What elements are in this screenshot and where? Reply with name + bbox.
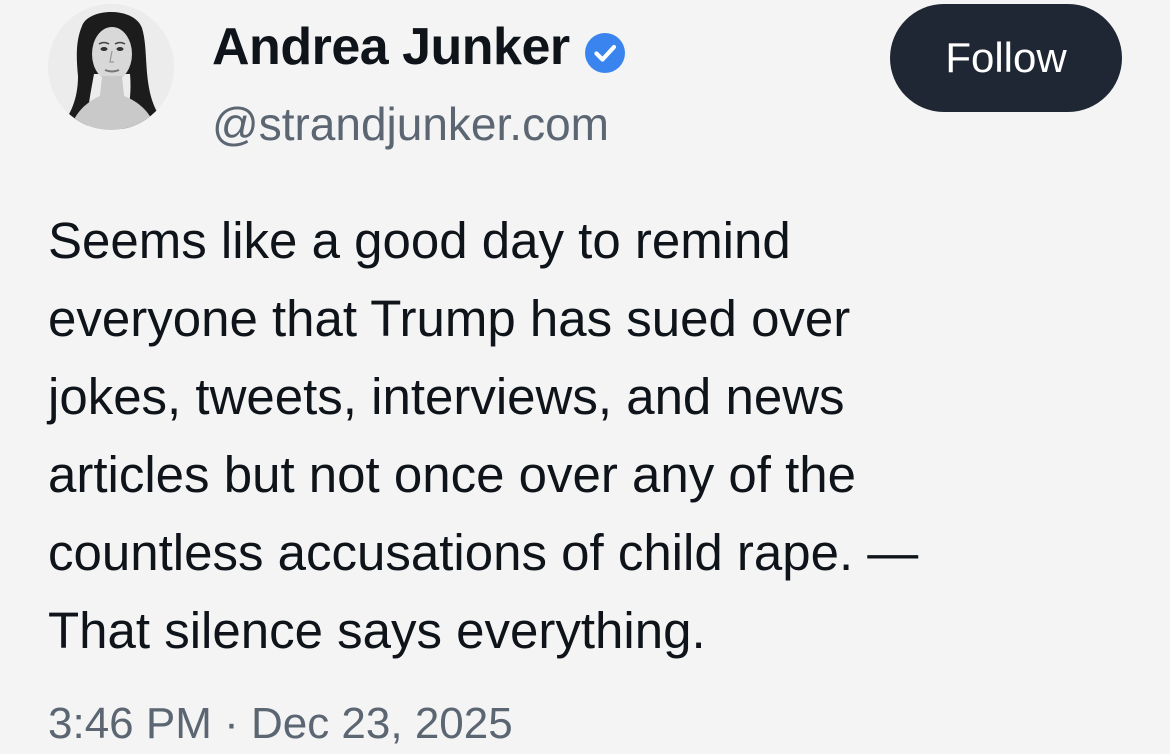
follow-button[interactable]: Follow bbox=[890, 4, 1122, 112]
display-name-text: Andrea Junker bbox=[212, 18, 570, 76]
post-text-line: countless accusations of child rape. — bbox=[48, 524, 919, 581]
verified-badge-icon bbox=[584, 26, 626, 73]
post-text: Seems like a good day to remind everyone… bbox=[48, 202, 1138, 670]
avatar-photo bbox=[48, 4, 174, 130]
avatar[interactable] bbox=[48, 4, 174, 130]
post-text-line: everyone that Trump has sued over bbox=[48, 290, 851, 347]
post-timestamp[interactable]: 3:46 PM · Dec 23, 2025 bbox=[48, 694, 513, 754]
post-card: Andrea Junker @strandjunker.com Follow S… bbox=[0, 0, 1170, 751]
post-text-line: jokes, tweets, interviews, and news bbox=[48, 368, 845, 425]
author-handle[interactable]: @strandjunker.com bbox=[212, 96, 609, 152]
post-text-line: That silence says everything. bbox=[48, 602, 706, 659]
post-text-line: articles but not once over any of the bbox=[48, 446, 856, 503]
author-display-name[interactable]: Andrea Junker bbox=[212, 16, 626, 78]
post-text-line: Seems like a good day to remind bbox=[48, 212, 791, 269]
